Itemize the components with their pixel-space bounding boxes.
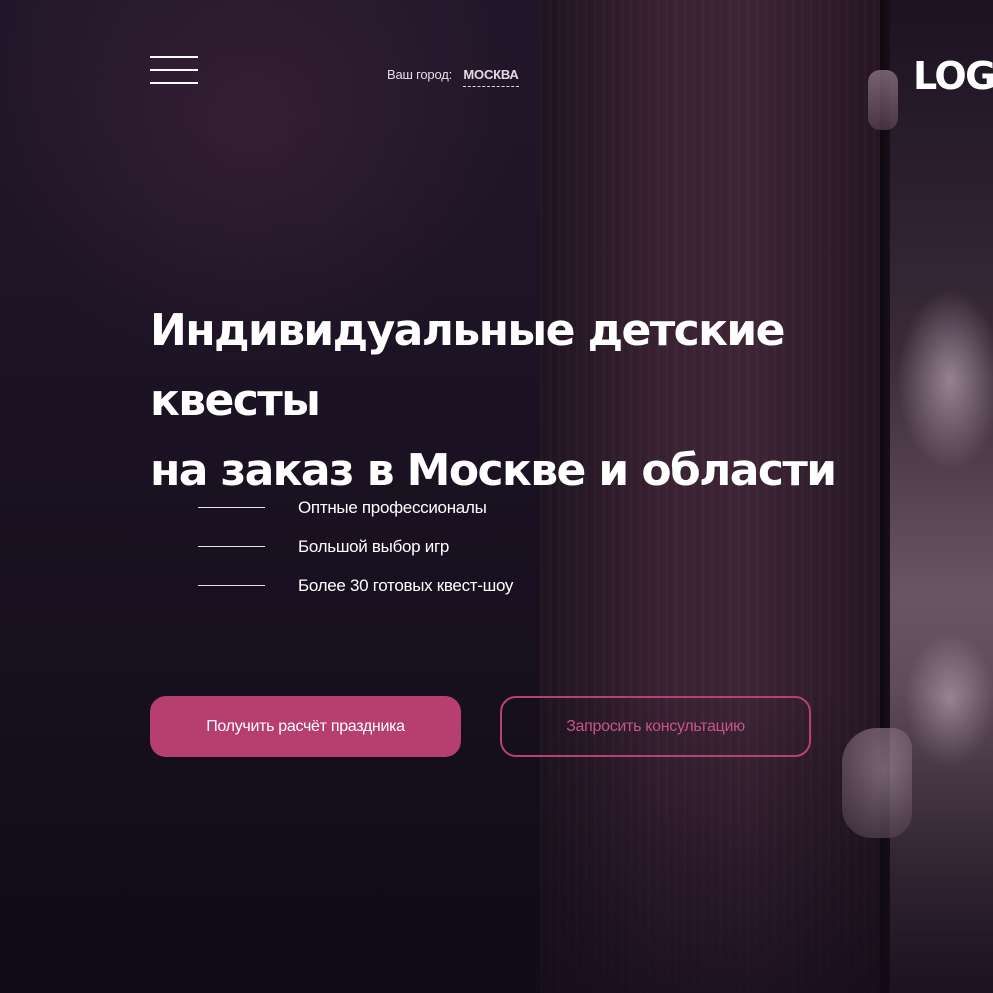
bottom-fade xyxy=(0,693,993,993)
request-consultation-button[interactable]: Запросить консультацию xyxy=(500,696,811,757)
hand-image-top xyxy=(868,70,898,130)
hamburger-icon[interactable] xyxy=(150,56,198,84)
hero-title: Индивидуальные детские квесты на заказ в… xyxy=(150,296,950,506)
city-link[interactable]: МОСКВА xyxy=(463,67,519,87)
feature-text: Оптные профессионалы xyxy=(298,497,487,517)
feature-list: Оптные профессионалы Большой выбор игр Б… xyxy=(198,488,513,605)
hamburger-line xyxy=(150,69,198,71)
hamburger-line xyxy=(150,82,198,84)
hero-title-line-1: Индивидуальные детские квесты xyxy=(150,305,785,426)
feature-dash xyxy=(198,585,265,586)
feature-text: Большой выбор игр xyxy=(298,536,449,556)
city-selector: Ваш город: МОСКВА xyxy=(387,67,519,87)
feature-text: Более 30 готовых квест-шоу xyxy=(298,575,514,595)
feature-dash xyxy=(198,507,265,508)
get-estimate-button[interactable]: Получить расчёт праздника xyxy=(150,696,461,757)
feature-dash xyxy=(198,546,265,547)
feature-item: Более 30 готовых квест-шоу xyxy=(198,566,513,605)
feature-item: Большой выбор игр xyxy=(198,527,513,566)
city-label: Ваш город: xyxy=(387,67,452,82)
feature-item: Оптные профессионалы xyxy=(198,488,513,527)
logo[interactable]: LOGO xyxy=(913,54,993,98)
hamburger-line xyxy=(150,56,198,58)
